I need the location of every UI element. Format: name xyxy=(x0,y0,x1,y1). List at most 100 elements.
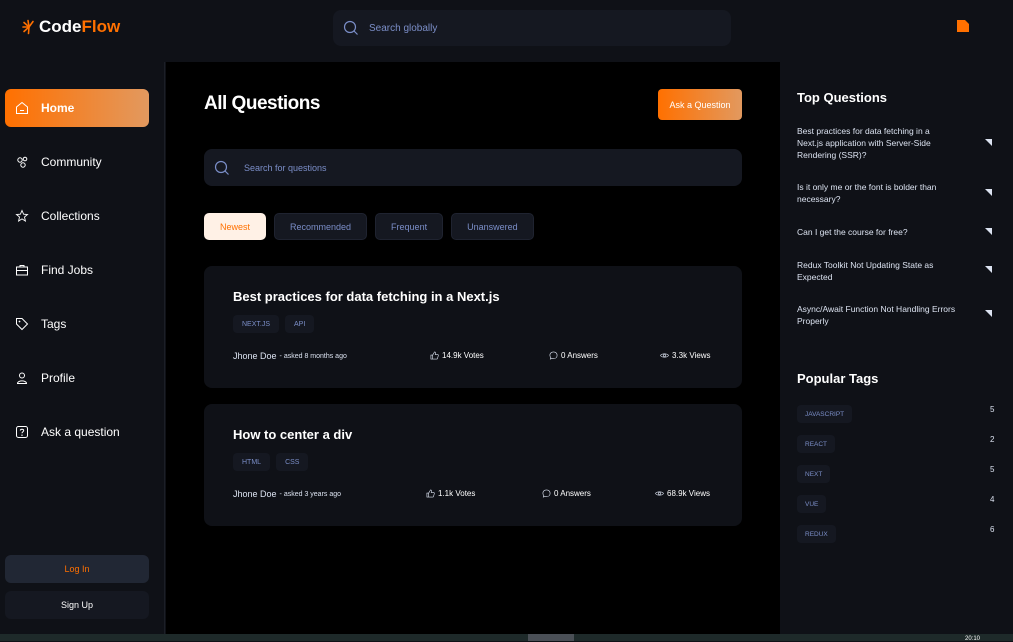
author-name[interactable]: Jhone Doe xyxy=(233,351,277,361)
global-search[interactable]: Search globally xyxy=(333,10,731,46)
votes-count: 14.9k Votes xyxy=(442,351,484,360)
popular-tag[interactable]: REDUX xyxy=(797,525,836,543)
question-author[interactable]: Jhone Doe - asked 3 years ago xyxy=(233,489,341,499)
question-card[interactable]: Best practices for data fetching in a Ne… xyxy=(204,266,742,388)
global-search-input[interactable]: Search globally xyxy=(369,23,437,34)
sidebar-item-community[interactable]: Community xyxy=(5,143,149,181)
asked-time: - asked 3 years ago xyxy=(279,490,342,498)
chevron-right-icon[interactable] xyxy=(984,188,993,197)
tag-count: 4 xyxy=(990,495,995,504)
popular-tag[interactable]: REACT xyxy=(797,435,836,453)
question-search[interactable]: Search for questions xyxy=(204,149,742,186)
ask-question-button[interactable]: Ask a Question xyxy=(658,89,742,120)
votes-metric: 1.1k Votes xyxy=(426,489,475,498)
filter-frequent[interactable]: Frequent xyxy=(375,213,444,240)
popular-tag[interactable]: VUE xyxy=(797,495,827,513)
top-navbar: Code Flow Search globally xyxy=(0,0,1013,62)
home-icon xyxy=(16,101,28,114)
user-icon xyxy=(16,372,28,384)
logo[interactable]: Code Flow xyxy=(21,17,120,37)
answers-metric: 0 Answers xyxy=(549,351,598,360)
message-icon xyxy=(542,489,551,498)
author-name[interactable]: Jhone Doe xyxy=(233,489,277,499)
tag-badge[interactable]: API xyxy=(285,315,315,333)
eye-icon xyxy=(655,491,664,496)
answers-count: 0 Answers xyxy=(561,351,598,360)
sidebar-item-label: Profile xyxy=(41,371,76,385)
sidebar-item-label: Find Jobs xyxy=(41,263,94,277)
left-sidebar: Home Community Collections Find Jobs Tag… xyxy=(0,62,165,634)
sidebar-item-home[interactable]: Home xyxy=(5,89,149,127)
asked-time: - asked 8 months ago xyxy=(279,352,347,360)
taskbar: 20:10 xyxy=(0,634,1013,642)
search-icon xyxy=(343,20,358,35)
top-question-item[interactable]: Best practices for data fetching in a Ne… xyxy=(797,125,957,161)
filter-tabs: Newest Recommended Frequent Unanswered xyxy=(204,213,534,240)
like-icon xyxy=(430,351,439,360)
sidebar-item-collections[interactable]: Collections xyxy=(5,197,149,235)
taskbar-clock: 20:10 xyxy=(965,636,981,642)
top-question-item[interactable]: Can I get the course for free? xyxy=(797,226,957,238)
chevron-right-icon[interactable] xyxy=(984,309,993,318)
filter-unanswered[interactable]: Unanswered xyxy=(451,213,534,240)
answers-metric: 0 Answers xyxy=(542,489,591,498)
login-button[interactable]: Log In xyxy=(5,555,149,583)
sidebar-item-label: Tags xyxy=(41,317,67,331)
sidebar-item-label: Home xyxy=(41,101,75,115)
tag-count: 5 xyxy=(990,405,995,414)
popular-tags-title: Popular Tags xyxy=(797,371,879,386)
taskbar-app[interactable] xyxy=(528,634,574,641)
sidebar-item-tags[interactable]: Tags xyxy=(5,305,149,343)
question-icon xyxy=(16,426,28,438)
theme-toggle-icon[interactable] xyxy=(957,20,969,32)
page-title: All Questions xyxy=(204,93,320,114)
top-question-item[interactable]: Is it only me or the font is bolder than… xyxy=(797,181,957,205)
top-question-item[interactable]: Redux Toolkit Not Updating State as Expe… xyxy=(797,259,957,283)
answers-count: 0 Answers xyxy=(554,489,591,498)
views-count: 68.9k Views xyxy=(667,489,710,498)
top-questions-title: Top Questions xyxy=(797,90,888,105)
sidebar-item-find-jobs[interactable]: Find Jobs xyxy=(5,251,149,289)
eye-icon xyxy=(660,353,669,358)
filter-newest[interactable]: Newest xyxy=(204,213,267,240)
tag-badge[interactable]: HTML xyxy=(233,453,271,471)
question-title[interactable]: Best practices for data fetching in a Ne… xyxy=(233,289,500,304)
question-card[interactable]: How to center a div HTML CSS Jhone Doe -… xyxy=(204,404,742,526)
question-author[interactable]: Jhone Doe - asked 8 months ago xyxy=(233,351,347,361)
search-icon xyxy=(214,160,229,175)
popular-tag[interactable]: NEXT xyxy=(797,465,831,483)
chevron-right-icon[interactable] xyxy=(984,265,993,274)
right-sidebar: Top Questions Best practices for data fe… xyxy=(780,62,1013,634)
main-content: All Questions Ask a Question Search for … xyxy=(166,62,780,634)
tag-count: 5 xyxy=(990,465,995,474)
question-search-input[interactable]: Search for questions xyxy=(244,163,327,173)
votes-metric: 14.9k Votes xyxy=(430,351,484,360)
top-question-item[interactable]: Async/Await Function Not Handling Errors… xyxy=(797,303,957,327)
popular-tag[interactable]: JAVASCRIPT xyxy=(797,405,853,423)
views-count: 3.3k Views xyxy=(672,351,711,360)
users-icon xyxy=(17,156,28,168)
filter-recommended[interactable]: Recommended xyxy=(274,213,368,240)
sidebar-item-profile[interactable]: Profile xyxy=(5,359,149,397)
logo-icon xyxy=(22,19,34,35)
like-icon xyxy=(426,489,435,498)
tag-badge[interactable]: CSS xyxy=(276,453,309,471)
question-tags: NEXT.JS API xyxy=(233,315,315,333)
sidebar-item-ask-question[interactable]: Ask a question xyxy=(5,413,149,451)
votes-count: 1.1k Votes xyxy=(438,489,476,498)
logo-text-flow: Flow xyxy=(81,17,121,36)
tag-badge[interactable]: NEXT.JS xyxy=(233,315,280,333)
star-icon xyxy=(15,209,29,222)
tag-count: 6 xyxy=(990,525,995,534)
signup-button[interactable]: Sign Up xyxy=(5,591,149,619)
sidebar-item-label: Collections xyxy=(41,209,100,223)
chevron-right-icon[interactable] xyxy=(984,138,993,147)
message-icon xyxy=(549,351,558,360)
tag-count: 2 xyxy=(990,435,995,444)
question-title[interactable]: How to center a div xyxy=(233,427,352,442)
tag-icon xyxy=(16,318,29,331)
sidebar-item-label: Community xyxy=(41,155,102,169)
chevron-right-icon[interactable] xyxy=(984,227,993,236)
briefcase-icon xyxy=(16,265,28,276)
sidebar-item-label: Ask a question xyxy=(41,425,120,439)
